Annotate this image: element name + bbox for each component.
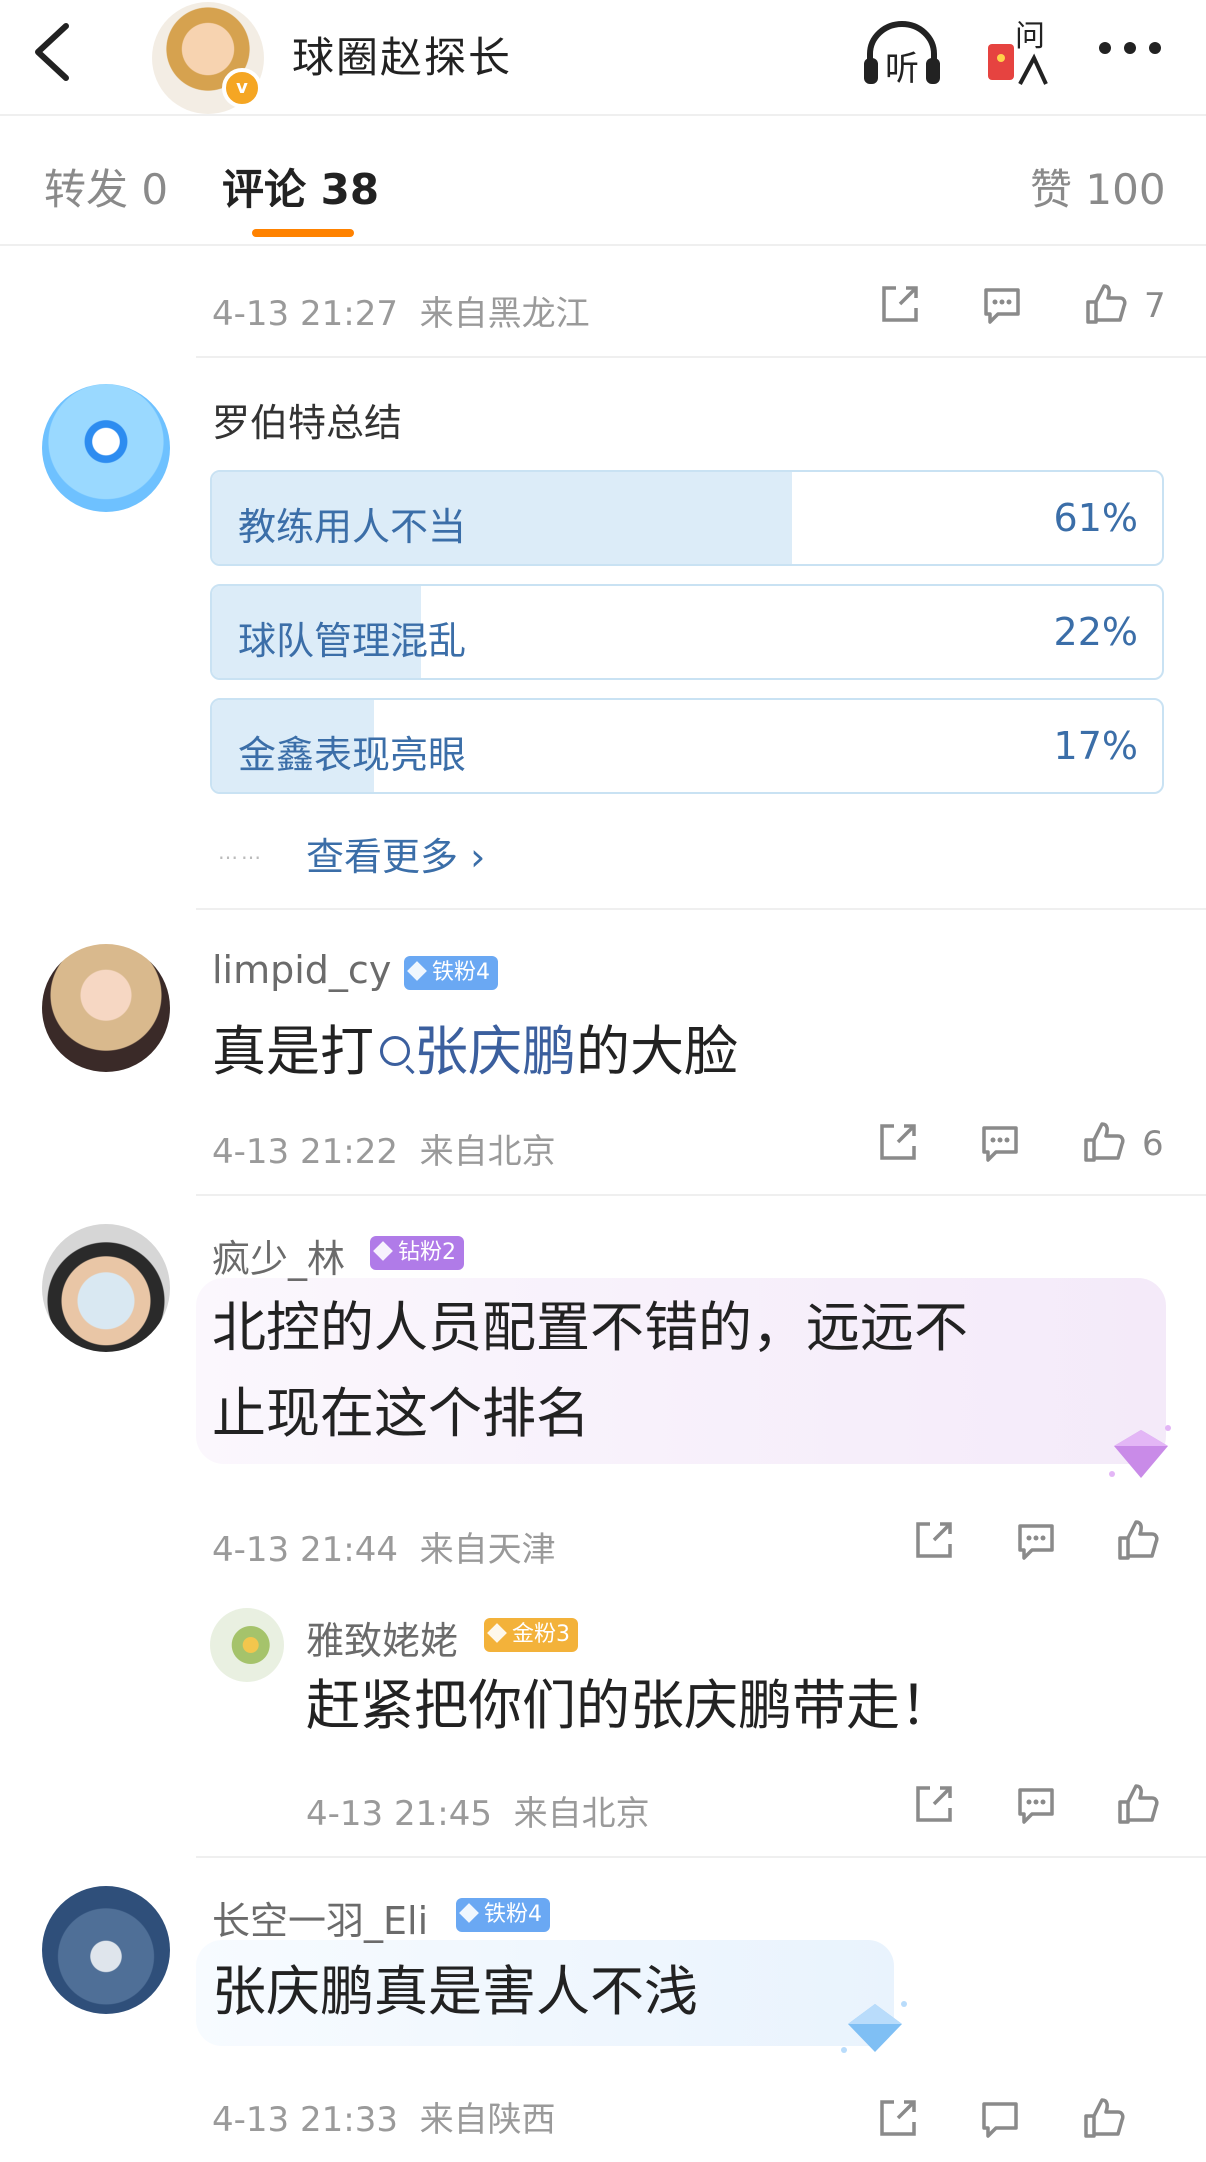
poll-option-percent: 61%: [1053, 496, 1138, 540]
comment-location: 来自北京: [419, 1132, 556, 1172]
share-icon[interactable]: [876, 280, 924, 328]
header-divider: [0, 114, 1206, 116]
active-tab-indicator: [252, 229, 354, 237]
comment-icon[interactable]: [978, 280, 1026, 328]
fan-badge: 钻粉2: [370, 1236, 464, 1270]
like-icon[interactable]: [1114, 1516, 1162, 1564]
diamond-decoration-icon: [1109, 1425, 1171, 1478]
comment-time: 4-13 21:22: [212, 1132, 398, 1172]
fan-badge-label: 铁粉4: [484, 1902, 542, 1927]
comment-avatar[interactable]: [42, 944, 170, 1072]
tab-comments-count: 38: [320, 165, 380, 214]
comment-text: 真是打 张庆鹏的大脸: [212, 1008, 738, 1096]
ask-label: 问: [1015, 19, 1045, 54]
listen-button[interactable]: 听: [862, 18, 942, 89]
red-envelope-icon: 问: [988, 19, 1048, 85]
share-icon[interactable]: [910, 1516, 958, 1564]
tab-comments[interactable]: 评论 38: [222, 156, 379, 217]
poll-avatar[interactable]: [42, 384, 170, 512]
comment-meta: 4-13 21:22 来自北京: [212, 1124, 556, 1173]
tab-reposts[interactable]: 转发 0: [44, 156, 168, 217]
poll-title: 罗伯特总结: [212, 401, 403, 445]
tab-likes[interactable]: 赞 100: [1030, 156, 1166, 217]
comment-text: 张庆鹏真是害人不浅: [212, 1960, 698, 2023]
comment-like-count: 6: [1142, 1124, 1164, 1164]
poll-option[interactable]: 球队管理混乱 22%: [210, 584, 1164, 680]
fan-badge-label: 铁粉4: [432, 960, 490, 985]
comment-meta: 4-13 21:44 来自天津: [212, 1522, 556, 1571]
poll-more-link[interactable]: 查看更多 ›: [306, 826, 485, 881]
reply-location: 来自北京: [513, 1794, 650, 1834]
like-icon[interactable]: [1080, 1118, 1128, 1166]
page-title[interactable]: 球圈赵探长: [292, 24, 512, 85]
comment-icon[interactable]: [976, 1118, 1024, 1166]
poll-option-label: 金鑫表现亮眼: [238, 733, 467, 777]
comment-meta: 4-13 21:33 来自陕西: [212, 2092, 556, 2141]
poll-option[interactable]: 教练用人不当 61%: [210, 470, 1164, 566]
ask-button[interactable]: 问: [980, 14, 1052, 88]
comment-text-before: 真是打: [212, 1020, 374, 1083]
tab-reposts-label: 转发: [44, 165, 129, 214]
verified-badge: v: [222, 68, 262, 108]
back-arrow-icon[interactable]: [28, 22, 78, 82]
poll-option-percent: 17%: [1053, 724, 1138, 768]
meta-divider: [196, 356, 1206, 358]
post-like-count: 7: [1144, 286, 1166, 326]
topic-link[interactable]: 张庆鹏: [414, 1020, 576, 1083]
comment-icon[interactable]: [976, 2094, 1024, 2142]
comment-divider: [196, 1194, 1206, 1196]
reply-text: 赶紧把你们的张庆鹏带走！: [306, 1674, 954, 1737]
comment-username[interactable]: 疯少_林: [212, 1228, 345, 1283]
comment-username[interactable]: 长空一羽_Eli: [212, 1890, 428, 1945]
poll-dots: ……: [218, 840, 264, 864]
tab-likes-label: 赞: [1030, 165, 1073, 214]
fan-badge: 金粉3: [484, 1618, 578, 1652]
comment-avatar[interactable]: [42, 1886, 170, 2014]
search-icon: [380, 1036, 410, 1066]
share-icon[interactable]: [874, 1118, 922, 1166]
like-icon[interactable]: [1080, 2094, 1128, 2142]
poll-option-percent: 22%: [1053, 610, 1138, 654]
fan-badge: 铁粉4: [456, 1898, 550, 1932]
post-time: 4-13 21:27: [212, 294, 398, 334]
comment-text-line: 止现在这个排名: [212, 1382, 590, 1445]
comment-icon[interactable]: [1012, 1780, 1060, 1828]
comment-text-after: 的大脸: [576, 1020, 738, 1083]
comment-divider: [196, 1856, 1206, 1858]
fan-badge: 铁粉4: [404, 956, 498, 990]
poll-option-label: 球队管理混乱: [238, 619, 467, 663]
tab-likes-count: 100: [1085, 165, 1166, 214]
post-meta: 4-13 21:27 来自黑龙江: [212, 286, 590, 335]
comment-text-line: 北控的人员配置不错的，远远不: [212, 1296, 968, 1359]
share-icon[interactable]: [910, 1780, 958, 1828]
listen-label: 听: [885, 49, 919, 88]
post-location: 来自黑龙江: [419, 294, 590, 334]
share-icon[interactable]: [874, 2094, 922, 2142]
comment-time: 4-13 21:33: [212, 2100, 398, 2140]
reply-time: 4-13 21:45: [306, 1794, 492, 1834]
tab-reposts-count: 0: [141, 165, 169, 214]
more-icon[interactable]: [1095, 38, 1165, 58]
like-icon[interactable]: [1114, 1780, 1162, 1828]
reply-avatar[interactable]: [210, 1608, 284, 1682]
comment-icon[interactable]: [1012, 1516, 1060, 1564]
tab-comments-label: 评论: [222, 165, 307, 214]
poll-option[interactable]: 金鑫表现亮眼 17%: [210, 698, 1164, 794]
reply-meta: 4-13 21:45 来自北京: [306, 1786, 650, 1835]
comment-time: 4-13 21:44: [212, 1530, 398, 1570]
fan-badge-label: 金粉3: [512, 1622, 570, 1647]
comment-location: 来自陕西: [419, 2100, 556, 2140]
comment-avatar[interactable]: [42, 1224, 170, 1352]
headphones-icon: 听: [864, 21, 940, 89]
poll-divider: [196, 908, 1206, 910]
tabs-divider: [0, 244, 1206, 246]
fan-badge-label: 钻粉2: [398, 1240, 456, 1265]
diamond-decoration-icon: [841, 2001, 907, 2053]
comment-username[interactable]: limpid_cy: [212, 948, 391, 992]
comment-location: 来自天津: [419, 1530, 556, 1570]
poll-option-label: 教练用人不当: [238, 505, 467, 549]
like-icon[interactable]: [1082, 280, 1130, 328]
reply-username[interactable]: 雅致姥姥: [306, 1610, 458, 1665]
